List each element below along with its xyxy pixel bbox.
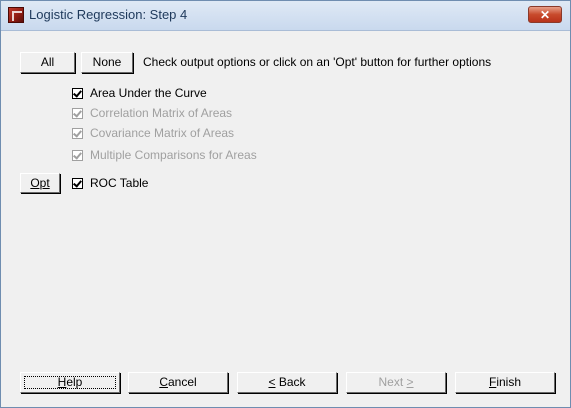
option-covariance-matrix: Covariance Matrix of Areas (72, 125, 234, 141)
app-icon (8, 7, 24, 23)
help-button[interactable]: Help (20, 372, 120, 393)
focus-rectangle (24, 376, 116, 389)
option-label: Area Under the Curve (90, 86, 207, 100)
option-label: ROC Table (90, 176, 149, 190)
instruction-text: Check output options or click on an 'Opt… (143, 55, 492, 69)
checkbox-correlation-matrix (72, 107, 83, 119)
option-label: Covariance Matrix of Areas (90, 126, 235, 140)
option-multiple-comparisons: Multiple Comparisons for Areas (72, 147, 257, 163)
checkbox-roc-table[interactable] (72, 177, 83, 189)
close-button[interactable]: ✕ (528, 6, 562, 23)
checkbox-covariance-matrix (72, 127, 83, 139)
next-button: Next > (346, 372, 446, 393)
finish-button[interactable]: Finish (455, 372, 555, 393)
checkbox-multiple-comparisons (72, 149, 83, 161)
option-correlation-matrix: Correlation Matrix of Areas (72, 105, 232, 121)
option-label: Correlation Matrix of Areas (90, 106, 233, 120)
option-roc-table[interactable]: ROC Table (72, 175, 148, 191)
option-area-under-curve[interactable]: Area Under the Curve (72, 85, 207, 101)
opt-button-roc-table[interactable]: Opt (20, 173, 60, 193)
title-bar[interactable]: Logistic Regression: Step 4 ✕ (1, 1, 570, 31)
checkbox-area-under-curve[interactable] (72, 87, 83, 99)
cancel-button[interactable]: Cancel (128, 372, 228, 393)
close-icon: ✕ (539, 8, 551, 22)
all-button[interactable]: All (20, 52, 75, 73)
dialog-window: Logistic Regression: Step 4 ✕ All None C… (0, 0, 571, 408)
window-title: Logistic Regression: Step 4 (29, 7, 188, 22)
option-label: Multiple Comparisons for Areas (90, 148, 257, 162)
none-button[interactable]: None (81, 52, 133, 73)
back-button[interactable]: < Back (237, 372, 337, 393)
